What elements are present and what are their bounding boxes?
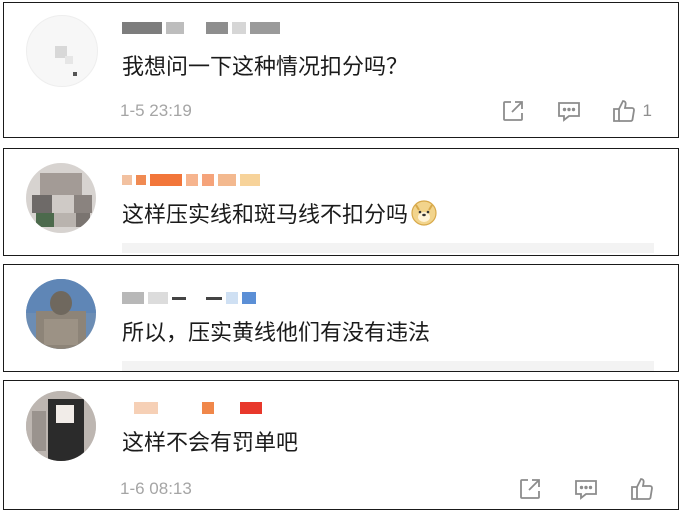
- avatar[interactable]: [26, 163, 96, 233]
- comment-timestamp: 1-5 23:19: [120, 101, 192, 120]
- comment-card: 这样不会有罚单吧 1-6 08:13: [3, 380, 679, 510]
- comment-text: 所以，压实黄线他们有没有违法: [122, 321, 431, 346]
- username-blurred[interactable]: [122, 21, 280, 35]
- share-icon: [502, 101, 523, 121]
- divider: [122, 361, 654, 371]
- comment-card: 我想问一下这种情况扣分吗？ 1-5 23:19 1: [3, 2, 679, 138]
- comment-card: 这样压实线和斑马线不扣分吗: [3, 148, 679, 256]
- avatar[interactable]: [26, 15, 98, 87]
- like-button[interactable]: 1: [611, 97, 652, 125]
- comment-actions: [488, 475, 656, 503]
- thumbs-up-icon: [631, 478, 653, 500]
- comment-text: 这样不会有罚单吧: [122, 431, 299, 456]
- comment-text: 我想问一下这种情况扣分吗？: [122, 55, 409, 80]
- like-count: 1: [642, 101, 652, 120]
- avatar[interactable]: [26, 391, 96, 461]
- divider: [122, 243, 654, 253]
- username-blurred[interactable]: [122, 291, 256, 305]
- comment-actions: 1: [471, 97, 652, 125]
- comment-text: 这样压实线和斑马线不扣分吗: [122, 199, 438, 231]
- comment-icon: [575, 480, 597, 500]
- username-blurred[interactable]: [134, 401, 262, 415]
- reply-button[interactable]: [572, 475, 600, 503]
- avatar[interactable]: [26, 279, 96, 349]
- comment-icon: [557, 102, 580, 122]
- share-icon: [520, 479, 540, 499]
- comment-card: 所以，压实黄线他们有没有违法: [3, 264, 679, 372]
- username-blurred[interactable]: [122, 173, 260, 187]
- like-button[interactable]: [628, 475, 656, 503]
- comment-timestamp: 1-6 08:13: [120, 479, 192, 498]
- thumbs-up-icon: [612, 100, 635, 122]
- share-button[interactable]: [516, 475, 544, 503]
- comment-text-body: 这样压实线和斑马线不扣分吗: [122, 203, 409, 228]
- share-button[interactable]: [499, 97, 527, 125]
- doge-emoji-icon: [411, 200, 437, 226]
- reply-button[interactable]: [555, 97, 583, 125]
